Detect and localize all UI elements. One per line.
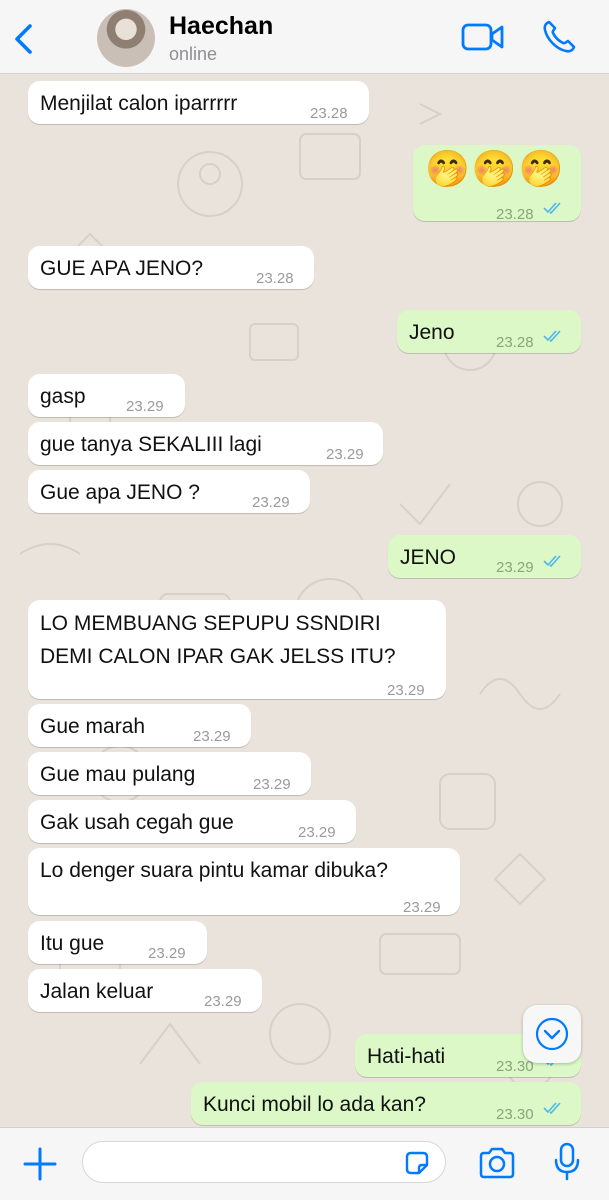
message-text: JENO	[400, 546, 457, 569]
message-text: Gue apa JENO ?	[40, 481, 200, 504]
message-time: 23.29	[252, 494, 290, 511]
plus-icon[interactable]	[22, 1146, 58, 1182]
chat-header: Haechan online	[0, 0, 609, 74]
outgoing-message[interactable]: Kunci mobil lo ada kan? 23.30	[191, 1082, 581, 1125]
incoming-message[interactable]: gue tanya SEKALIII lagi 23.29	[28, 422, 383, 465]
read-ticks-icon	[543, 555, 561, 567]
camera-icon[interactable]	[478, 1146, 516, 1180]
message-text: gasp	[40, 385, 86, 408]
message-text: Lo denger suara pintu kamar dibuka?	[40, 859, 388, 882]
incoming-message[interactable]: Gue apa JENO ? 23.29	[28, 470, 310, 513]
message-text: Hati-hati	[367, 1045, 446, 1068]
message-time: 23.29	[403, 899, 441, 916]
message-text: Gue mau pulang	[40, 763, 196, 786]
message-time: 23.29	[496, 559, 534, 576]
chat-area[interactable]: Menjilat calon iparrrrr 23.28 🤭 🤭 🤭 23.2…	[0, 74, 609, 1127]
message-time: 23.29	[193, 728, 231, 745]
video-camera-icon[interactable]	[461, 22, 505, 52]
message-time: 23.28	[496, 334, 534, 351]
message-time: 23.29	[126, 398, 164, 415]
message-time: 23.29	[148, 945, 186, 962]
read-ticks-icon	[543, 202, 561, 214]
outgoing-message[interactable]: Jeno 23.28	[397, 310, 581, 353]
message-text-line-2: DEMI CALON IPAR GAK JELSS ITU?	[40, 645, 396, 668]
incoming-message[interactable]: gasp 23.29	[28, 374, 185, 417]
message-time: 23.29	[253, 776, 291, 793]
incoming-message[interactable]: Lo denger suara pintu kamar dibuka? 23.2…	[28, 848, 460, 916]
contact-avatar[interactable]	[97, 9, 155, 67]
message-text: Jeno	[409, 321, 455, 344]
incoming-message[interactable]: Itu gue 23.29	[28, 921, 207, 964]
phone-icon[interactable]	[541, 19, 577, 55]
microphone-icon[interactable]	[552, 1141, 582, 1183]
incoming-message[interactable]: Gak usah cegah gue 23.29	[28, 800, 356, 843]
read-ticks-icon	[543, 330, 561, 342]
message-text-line-1: LO MEMBUANG SEPUPU SSNDIRI	[40, 612, 381, 635]
contact-name[interactable]: Haechan	[169, 12, 273, 41]
message-text: GUE APA JENO?	[40, 257, 204, 280]
message-text: 🤭 🤭 🤭	[425, 148, 563, 189]
message-time: 23.29	[204, 993, 242, 1010]
message-time: 23.29	[298, 824, 336, 841]
incoming-message[interactable]: Menjilat calon iparrrrr 23.28	[28, 81, 369, 124]
contact-status: online	[169, 44, 218, 64]
message-text: Gue marah	[40, 715, 146, 738]
message-text: Itu gue	[40, 932, 105, 955]
back-chevron-icon[interactable]	[10, 22, 38, 56]
message-time: 23.28	[310, 105, 348, 122]
message-time: 23.28	[256, 270, 294, 287]
message-time: 23.28	[496, 206, 534, 223]
message-time: 23.29	[387, 682, 425, 699]
message-text: Kunci mobil lo ada kan?	[203, 1093, 426, 1116]
incoming-message[interactable]: GUE APA JENO? 23.28	[28, 246, 314, 289]
incoming-message[interactable]: Jalan keluar 23.29	[28, 969, 262, 1012]
read-ticks-icon	[543, 1102, 561, 1114]
message-text: Gak usah cegah gue	[40, 811, 234, 834]
incoming-message[interactable]: Gue mau pulang 23.29	[28, 752, 311, 795]
outgoing-message[interactable]: 🤭 🤭 🤭 23.28	[413, 145, 581, 223]
sticker-icon[interactable]	[403, 1149, 431, 1177]
message-input[interactable]	[82, 1141, 446, 1183]
chevron-down-circle-icon	[535, 1017, 569, 1051]
message-time: 23.30	[496, 1106, 534, 1123]
outgoing-message[interactable]: JENO 23.29	[388, 535, 581, 578]
scroll-to-bottom-button[interactable]	[523, 1005, 581, 1063]
message-text: Menjilat calon iparrrrr	[40, 92, 238, 115]
incoming-message[interactable]: Gue marah 23.29	[28, 704, 251, 747]
message-time: 23.29	[326, 446, 364, 463]
composer-bar	[0, 1127, 609, 1200]
incoming-message[interactable]: LO MEMBUANG SEPUPU SSNDIRI DEMI CALON IP…	[28, 600, 446, 699]
message-text: gue tanya SEKALIII lagi	[40, 433, 262, 456]
message-text: Jalan keluar	[40, 980, 154, 1003]
